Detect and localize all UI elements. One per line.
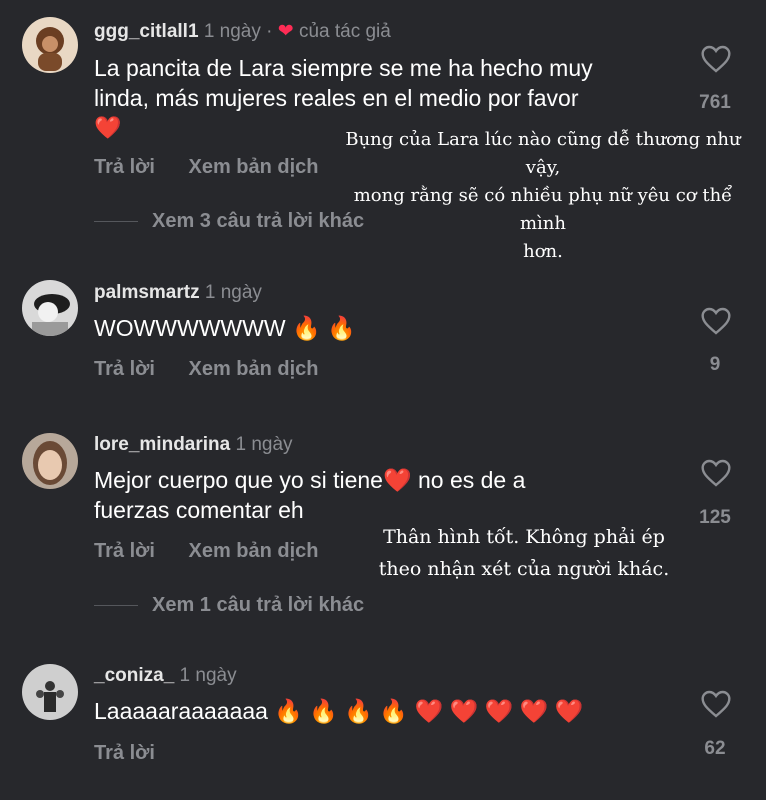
divider <box>94 605 138 607</box>
reply-button[interactable]: Trả lời <box>94 358 155 381</box>
author-liked-label: của tác giả <box>298 21 391 42</box>
view-more-replies-label[interactable]: Xem 3 câu trả lời khác <box>152 210 364 232</box>
comment-text-line: WOWWWWWWW 🔥 🔥 <box>94 315 356 341</box>
comment-text: WOWWWWWWW 🔥 🔥 <box>94 313 356 343</box>
view-more-replies[interactable]: Xem 1 câu trả lời khác <box>94 594 364 617</box>
comment-text-line: Mejor cuerpo que yo si tiene❤️ no es de … <box>94 467 526 493</box>
timestamp: 1 ngày <box>204 282 262 303</box>
like-count: 9 <box>709 354 721 375</box>
comment-text: Laaaaaraaaaaaa 🔥 🔥 🔥 🔥 ❤️ ❤️ ❤️ ❤️ ❤️ <box>94 696 583 726</box>
overlay-line: Thân hình tốt. Không phải ép <box>383 526 665 548</box>
avatar[interactable] <box>22 433 78 489</box>
overlay-line: Bụng của Lara lúc nào cũng dễ thương như… <box>345 129 741 178</box>
translate-button[interactable]: Xem bản dịch <box>188 540 318 563</box>
translation-overlay: Thân hình tốt. Không phải ép theo nhận x… <box>360 521 688 585</box>
view-more-replies-label[interactable]: Xem 1 câu trả lời khác <box>152 594 364 616</box>
comment-header: lore_mindarina 1 ngày <box>94 434 293 456</box>
username[interactable]: ggg_citlall1 <box>94 21 199 42</box>
comment-text-line: La pancita de Lara siempre se me ha hech… <box>94 55 593 81</box>
username[interactable]: _coniza_ <box>94 665 174 686</box>
timestamp: 1 ngày <box>179 665 237 686</box>
translation-overlay: Bụng của Lara lúc nào cũng dễ thương như… <box>338 126 748 266</box>
translate-button[interactable]: Xem bản dịch <box>188 156 318 179</box>
heart-outline-icon[interactable] <box>700 44 732 74</box>
heart-outline-icon[interactable] <box>700 306 732 336</box>
username[interactable]: lore_mindarina <box>94 434 230 455</box>
comment-text-line: linda, más mujeres reales en el medio po… <box>94 85 579 111</box>
timestamp: 1 ngày <box>235 434 293 455</box>
username[interactable]: palmsmartz <box>94 282 200 303</box>
heart-filled-icon: ❤ <box>277 21 294 42</box>
comment-text: Mejor cuerpo que yo si tiene❤️ no es de … <box>94 465 525 525</box>
comment-header: _coniza_ 1 ngày <box>94 665 237 687</box>
divider <box>94 221 138 223</box>
comment-header: ggg_citlall1 1 ngày · ❤ của tác giả <box>94 20 391 43</box>
avatar[interactable] <box>22 17 78 73</box>
like-count: 62 <box>704 738 726 759</box>
avatar[interactable] <box>22 280 78 336</box>
like-count: 125 <box>699 507 731 528</box>
overlay-line: theo nhận xét của người khác. <box>378 558 670 580</box>
heart-outline-icon[interactable] <box>700 689 732 719</box>
reply-button[interactable]: Trả lời <box>94 156 155 179</box>
avatar[interactable] <box>22 664 78 720</box>
overlay-line: mong rằng sẽ có nhiều phụ nữ yêu cơ thể … <box>353 185 733 234</box>
translate-button[interactable]: Xem bản dịch <box>188 358 318 381</box>
reply-button[interactable]: Trả lời <box>94 540 155 563</box>
view-more-replies[interactable]: Xem 3 câu trả lời khác <box>94 210 364 233</box>
timestamp: 1 ngày · <box>203 21 273 42</box>
comment-header: palmsmartz 1 ngày <box>94 282 262 304</box>
heart-outline-icon[interactable] <box>700 458 732 488</box>
comment-text-line: Laaaaaraaaaaaa 🔥 🔥 🔥 🔥 ❤️ ❤️ ❤️ ❤️ ❤️ <box>94 698 584 724</box>
overlay-line: hơn. <box>523 241 563 262</box>
reply-button[interactable]: Trả lời <box>94 742 155 765</box>
like-count: 761 <box>699 92 731 113</box>
